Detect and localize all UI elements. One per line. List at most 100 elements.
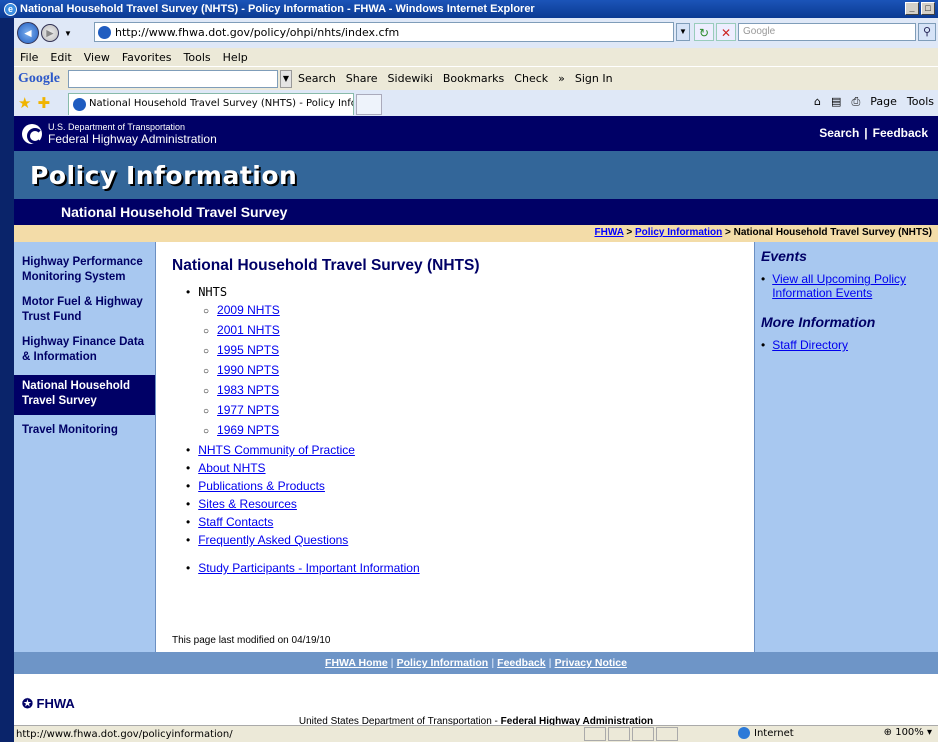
- survey-1969-link[interactable]: 1969 NPTS: [217, 423, 279, 437]
- staff-contacts-link[interactable]: Staff Contacts: [198, 515, 273, 529]
- menu-help[interactable]: Help: [223, 51, 248, 64]
- page-icon: [98, 26, 111, 39]
- google-toolbar: Google ▼ Search Share Sidewiki Bookmarks…: [14, 66, 938, 90]
- sign-in-button[interactable]: Sign In: [575, 72, 613, 85]
- maximize-button[interactable]: □: [921, 2, 935, 15]
- list-item: 1983 NPTS: [172, 381, 754, 401]
- home-icon[interactable]: ⌂: [814, 95, 821, 109]
- content-columns: Highway Performance Monitoring System Mo…: [14, 242, 938, 652]
- sidewiki-button[interactable]: Sidewiki: [388, 72, 433, 85]
- staff-directory-link[interactable]: Staff Directory: [772, 338, 848, 352]
- list-item: View all Upcoming Policy Information Eve…: [761, 272, 938, 300]
- header-feedback-link[interactable]: Feedback: [873, 126, 928, 140]
- survey-1990-link[interactable]: 1990 NPTS: [217, 363, 279, 377]
- survey-1983-link[interactable]: 1983 NPTS: [217, 383, 279, 397]
- header-search-link[interactable]: Search: [819, 126, 859, 140]
- survey-1977-link[interactable]: 1977 NPTS: [217, 403, 279, 417]
- tools-menu[interactable]: Tools: [907, 95, 934, 109]
- menu-view[interactable]: View: [84, 51, 110, 64]
- menu-bar: File Edit View Favorites Tools Help: [14, 48, 938, 66]
- list-item: 1990 NPTS: [172, 361, 754, 381]
- community-link[interactable]: NHTS Community of Practice: [198, 443, 355, 457]
- back-button[interactable]: ◄: [17, 22, 39, 44]
- survey-1995-link[interactable]: 1995 NPTS: [217, 343, 279, 357]
- print-icon[interactable]: ⎙: [851, 95, 860, 109]
- history-dropdown-icon[interactable]: ▼: [64, 29, 72, 38]
- page-menu[interactable]: Page: [870, 95, 897, 109]
- main-list: NHTS 2009 NHTS 2001 NHTS 1995 NPTS 1990 …: [172, 283, 754, 549]
- study-list: Study Participants - Important Informati…: [172, 559, 754, 577]
- fhwa-logo[interactable]: ✪ FHWA: [22, 696, 75, 712]
- breadcrumb-policy[interactable]: Policy Information: [635, 227, 722, 238]
- footer-privacy-link[interactable]: Privacy Notice: [555, 657, 627, 669]
- window-controls: _ □: [905, 2, 935, 15]
- faq-link[interactable]: Frequently Asked Questions: [198, 533, 348, 547]
- window-titlebar: e National Household Travel Survey (NHTS…: [0, 0, 938, 18]
- left-nav-hpms[interactable]: Highway Performance Monitoring System: [14, 251, 155, 291]
- list-item: NHTS Community of Practice: [172, 441, 754, 459]
- about-link[interactable]: About NHTS: [198, 461, 265, 475]
- search-icon[interactable]: ⚲: [918, 23, 936, 41]
- events-link[interactable]: View all Upcoming Policy Information Eve…: [772, 272, 938, 300]
- list-item: 1969 NPTS: [172, 421, 754, 441]
- bookmarks-button[interactable]: Bookmarks: [443, 72, 504, 85]
- status-url: http://www.fhwa.dot.gov/policyinformatio…: [16, 728, 233, 740]
- zoom-control[interactable]: ⊕ 100% ▾: [884, 727, 932, 738]
- left-nav: Highway Performance Monitoring System Mo…: [14, 242, 156, 652]
- left-nav-finance[interactable]: Highway Finance Data & Information: [14, 331, 155, 371]
- study-participants-link[interactable]: Study Participants - Important Informati…: [198, 561, 419, 575]
- google-search-input[interactable]: [68, 69, 278, 88]
- footer-fhwa-home-link[interactable]: FHWA Home: [325, 657, 388, 669]
- desktop-edge: [0, 18, 14, 742]
- dot-logo-icon[interactable]: [22, 123, 43, 144]
- zone-label: Internet: [754, 727, 794, 739]
- more-info-heading: More Information: [761, 314, 876, 330]
- footer-feedback-link[interactable]: Feedback: [497, 657, 545, 669]
- browser-frame: ◄ ► ▼ http://www.fhwa.dot.gov/policy/ohp…: [14, 18, 938, 742]
- minimize-button[interactable]: _: [905, 2, 919, 15]
- breadcrumb-fhwa[interactable]: FHWA: [595, 227, 624, 238]
- menu-tools[interactable]: Tools: [184, 51, 211, 64]
- survey-2009-link[interactable]: 2009 NHTS: [217, 303, 280, 317]
- publications-link[interactable]: Publications & Products: [198, 479, 325, 493]
- dot-header: U.S. Department of Transportation Federa…: [14, 116, 938, 151]
- footer-note: United States Department of Transportati…: [298, 716, 654, 725]
- forward-button[interactable]: ►: [41, 24, 59, 42]
- breadcrumb-current: National Household Travel Survey (NHTS): [733, 227, 932, 238]
- menu-favorites[interactable]: Favorites: [122, 51, 172, 64]
- share-button[interactable]: Share: [346, 72, 378, 85]
- security-zone[interactable]: Internet: [738, 727, 794, 739]
- footer-policy-link[interactable]: Policy Information: [397, 657, 489, 669]
- footer-links: FHWA Home | Policy Information | Feedback | Pr…: [14, 652, 938, 674]
- favorites-star-icon[interactable]: ★: [18, 94, 31, 112]
- stop-icon[interactable]: ✕: [716, 23, 736, 41]
- url-input[interactable]: http://www.fhwa.dot.gov/policy/ohpi/nhts…: [94, 22, 674, 42]
- search-input[interactable]: Google: [738, 23, 916, 41]
- google-dropdown-icon[interactable]: ▼: [280, 69, 292, 88]
- tab-nhts[interactable]: National Household Travel Survey (NHTS) …: [68, 93, 354, 115]
- list-item: Sites & Resources: [172, 495, 754, 513]
- page-title: Policy Information: [30, 160, 298, 190]
- address-bar: ◄ ► ▼ http://www.fhwa.dot.gov/policy/ohp…: [14, 18, 938, 48]
- left-nav-motor-fuel[interactable]: Motor Fuel & Highway Trust Fund: [14, 291, 155, 331]
- menu-file[interactable]: File: [20, 51, 38, 64]
- dot-agency-text: U.S. Department of Transportation Federa…: [48, 122, 217, 146]
- command-bar: ⌂ ▤ ⎙ Page Tools: [814, 95, 934, 109]
- add-favorites-icon[interactable]: ✚: [37, 94, 50, 112]
- new-tab-button[interactable]: [356, 94, 382, 115]
- left-nav-travel-monitoring[interactable]: Travel Monitoring: [14, 419, 155, 444]
- sites-link[interactable]: Sites & Resources: [198, 497, 297, 511]
- ie-icon: e: [4, 2, 17, 16]
- refresh-icon[interactable]: ↻: [694, 23, 714, 41]
- google-logo: Google: [18, 70, 60, 86]
- more-chevron-icon[interactable]: »: [558, 72, 565, 85]
- list-item: Publications & Products: [172, 477, 754, 495]
- left-nav-nhts[interactable]: National Household Travel Survey: [14, 375, 155, 415]
- menu-edit[interactable]: Edit: [50, 51, 71, 64]
- status-cell: [584, 727, 606, 741]
- url-dropdown-icon[interactable]: ▼: [676, 23, 690, 41]
- google-search-button[interactable]: Search: [298, 72, 336, 85]
- feeds-icon[interactable]: ▤: [831, 95, 841, 109]
- survey-2001-link[interactable]: 2001 NHTS: [217, 323, 280, 337]
- spell-check-button[interactable]: Check: [514, 72, 548, 85]
